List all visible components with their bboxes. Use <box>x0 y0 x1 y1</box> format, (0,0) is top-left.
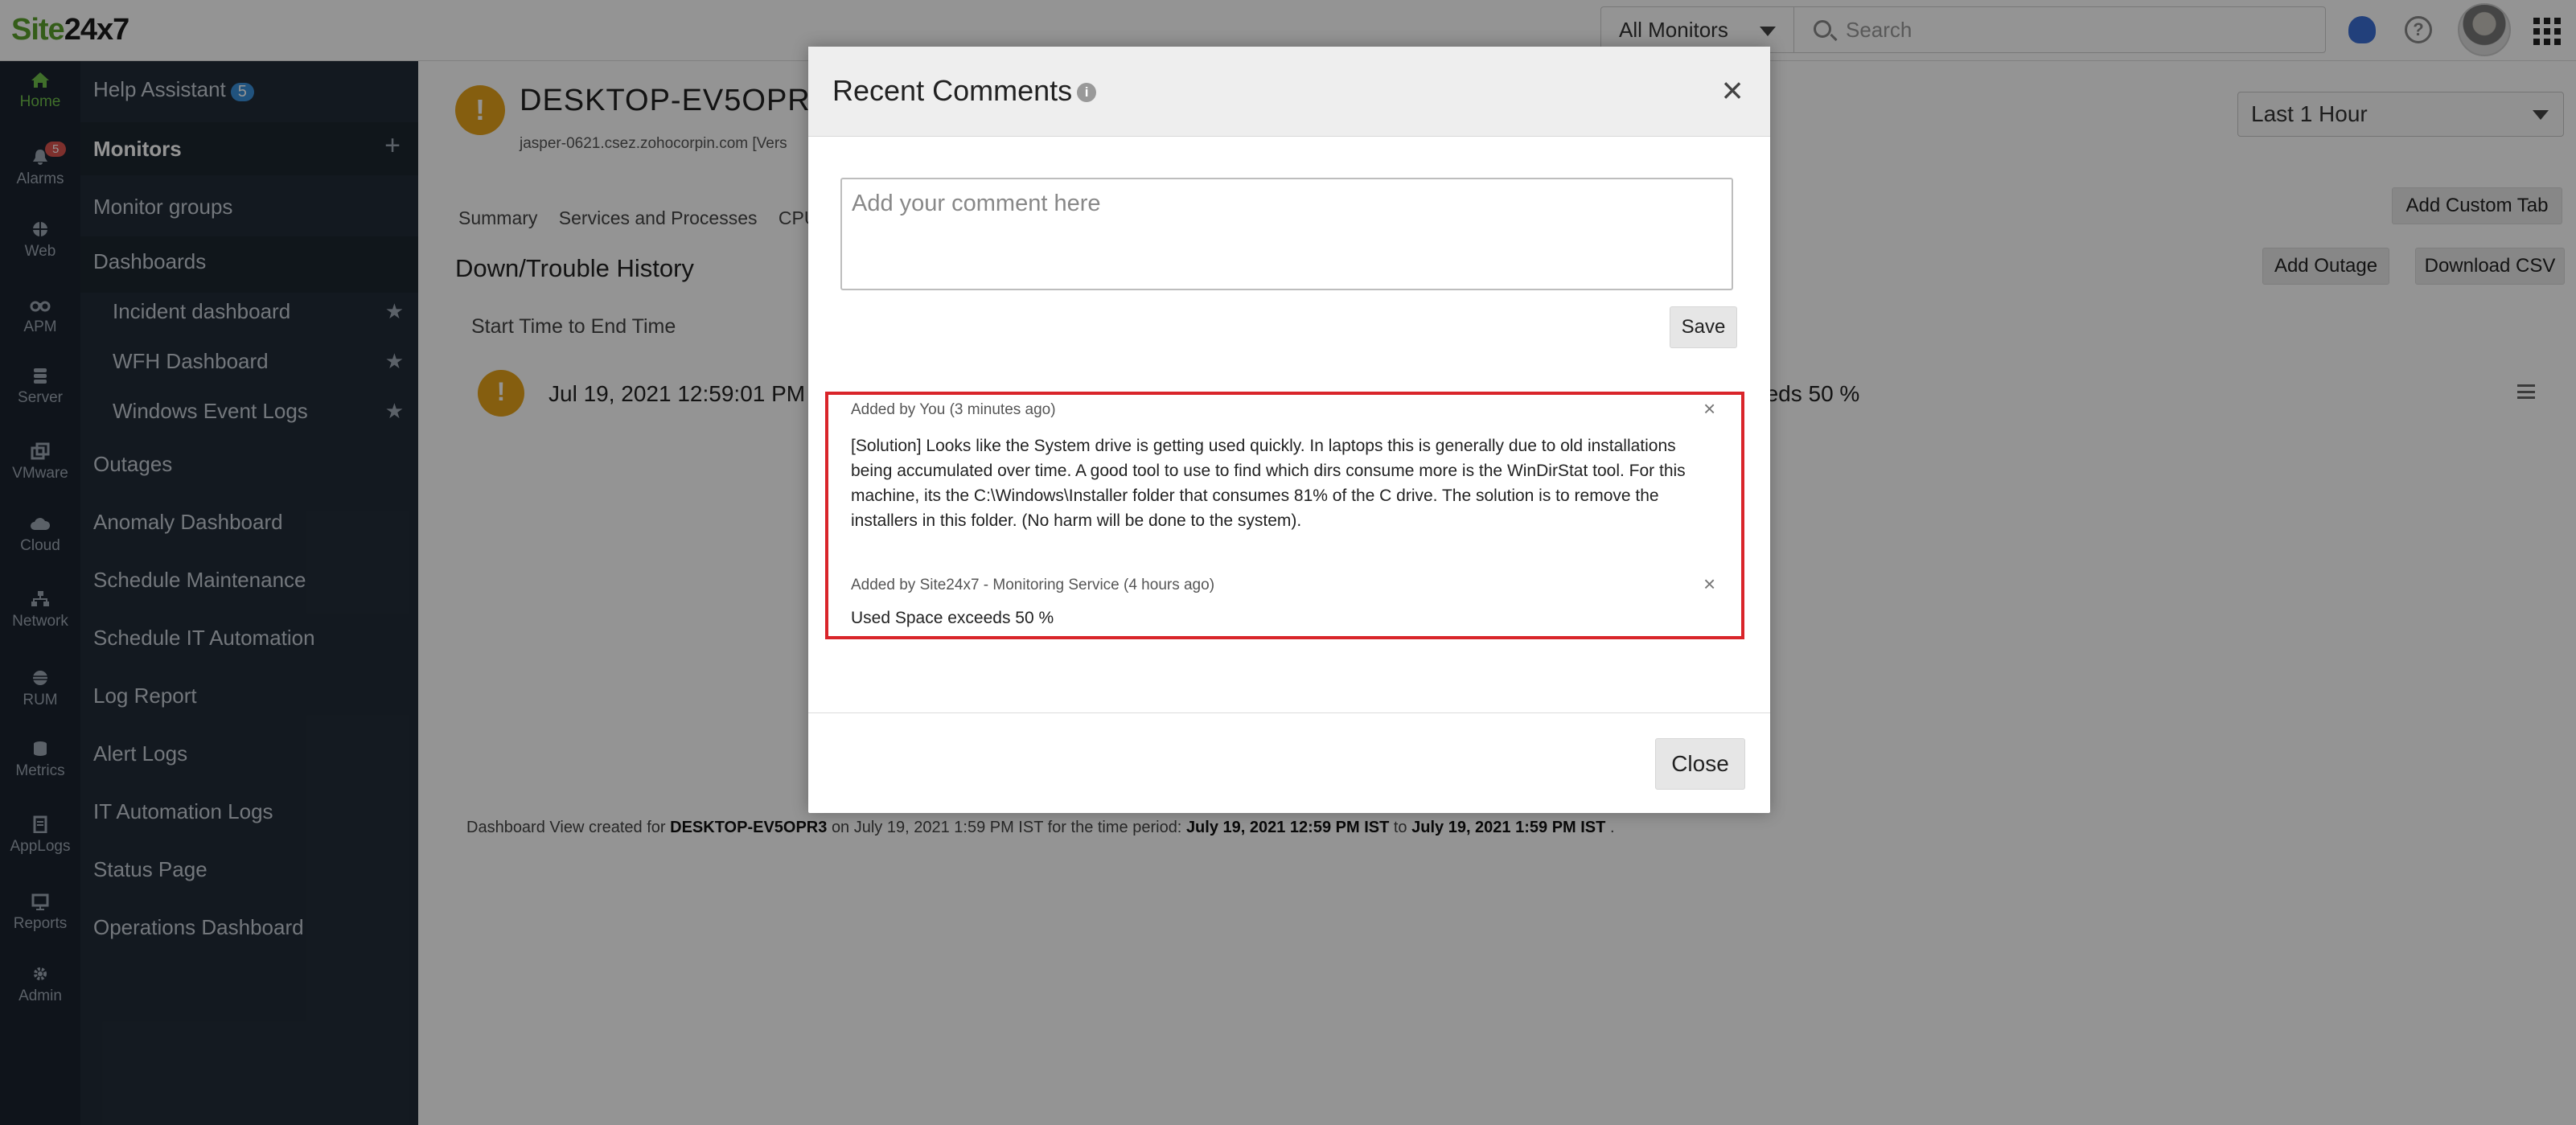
close-icon[interactable]: × <box>1717 72 1748 109</box>
modal-title: Recent Comments i <box>832 74 1097 108</box>
comment-meta: Added by Site24x7 - Monitoring Service (… <box>851 577 1215 593</box>
delete-comment-icon[interactable]: × <box>1703 572 1715 597</box>
comments-list: Added by You (3 minutes ago) × [Solution… <box>825 392 1744 639</box>
close-button[interactable]: Close <box>1655 738 1745 790</box>
delete-comment-icon[interactable]: × <box>1703 396 1715 421</box>
comment-text: Used Space exceeds 50 % <box>851 609 1054 627</box>
modal-header: Recent Comments i × <box>808 47 1770 137</box>
recent-comments-modal: Recent Commentsi × Save Added by You (3 … <box>808 47 1770 813</box>
save-button[interactable]: Save <box>1670 306 1737 348</box>
info-icon[interactable]: i <box>1077 83 1097 103</box>
modal-divider <box>808 712 1770 713</box>
comment-meta: Added by You (3 minutes ago) <box>851 401 1056 418</box>
comment-text: [Solution] Looks like the System drive i… <box>851 437 1686 530</box>
comment-input[interactable] <box>840 178 1733 290</box>
